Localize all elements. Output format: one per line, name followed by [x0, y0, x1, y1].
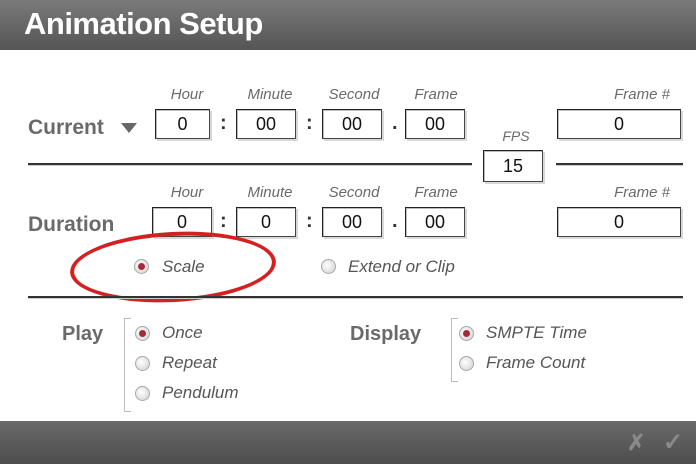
display-framecount-label: Frame Count — [486, 353, 586, 372]
current-second-header: Second — [328, 86, 380, 103]
current-dropdown-icon[interactable] — [121, 123, 137, 133]
play-once-label: Once — [162, 323, 203, 342]
duration-label: Duration — [28, 213, 115, 236]
display-framecount-radio[interactable] — [459, 356, 474, 371]
current-hour-field[interactable]: 0 — [155, 109, 210, 139]
display-smpte-radio[interactable] — [459, 326, 474, 341]
display-smpte-label: SMPTE Time — [486, 323, 587, 342]
duration-second-header: Second — [328, 184, 380, 201]
play-repeat-label: Repeat — [162, 353, 217, 372]
divider-left — [28, 163, 472, 165]
current-framenum-header: Frame # — [614, 86, 670, 103]
cancel-icon[interactable]: ✗ — [627, 430, 645, 456]
fps-field[interactable]: 15 — [483, 150, 543, 182]
play-label: Play — [62, 323, 104, 345]
footer-bar: ✗ ✓ — [0, 421, 696, 464]
duration-framenum-field[interactable]: 0 — [557, 207, 681, 237]
current-second-field[interactable]: 00 — [322, 109, 382, 139]
play-pendulum-label: Pendulum — [162, 383, 239, 402]
current-frame-field[interactable]: 00 — [405, 109, 465, 139]
dot-separator: . — [392, 210, 398, 232]
duration-hour-header: Hour — [170, 184, 204, 201]
colon-separator: : — [306, 210, 313, 232]
colon-separator: : — [306, 112, 313, 134]
extend-clip-radio[interactable] — [321, 259, 336, 274]
play-once-radio[interactable] — [135, 326, 150, 341]
window-title: Animation Setup — [24, 6, 263, 41]
play-bracket — [124, 318, 131, 412]
current-frame-header: Frame — [414, 86, 458, 103]
fps-header: FPS — [502, 128, 530, 144]
current-minute-field[interactable]: 00 — [236, 109, 296, 139]
current-hour-header: Hour — [170, 86, 204, 103]
play-repeat-radio[interactable] — [135, 356, 150, 371]
display-label: Display — [350, 323, 422, 345]
colon-separator: : — [220, 112, 227, 134]
colon-separator: : — [220, 210, 227, 232]
duration-second-field[interactable]: 00 — [322, 207, 382, 237]
play-pendulum-radio[interactable] — [135, 386, 150, 401]
duration-frame-header: Frame — [414, 184, 458, 201]
current-label: Current — [28, 116, 104, 139]
duration-minute-field[interactable]: 0 — [236, 207, 296, 237]
extend-clip-label: Extend or Clip — [348, 257, 455, 276]
current-framenum-field[interactable]: 0 — [557, 109, 681, 139]
display-bracket — [451, 318, 458, 382]
title-bar: Animation Setup — [0, 0, 696, 50]
dot-separator: . — [392, 112, 398, 134]
current-minute-header: Minute — [247, 86, 293, 103]
divider-right — [556, 163, 683, 165]
duration-minute-header: Minute — [247, 184, 293, 201]
ok-check-icon[interactable]: ✓ — [663, 428, 683, 457]
duration-framenum-header: Frame # — [614, 184, 670, 201]
duration-frame-field[interactable]: 00 — [405, 207, 465, 237]
divider-main — [28, 296, 683, 298]
